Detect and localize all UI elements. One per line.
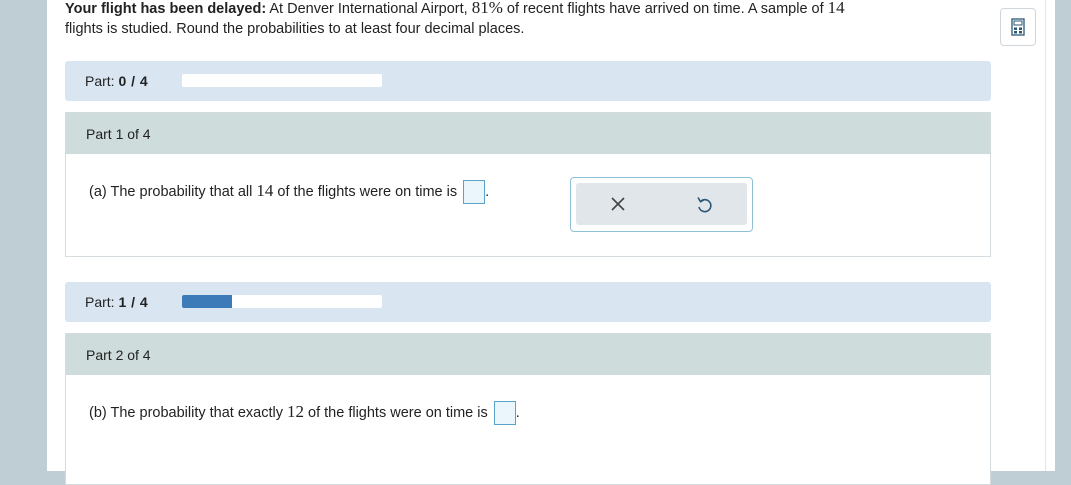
part-progress-fill [182, 295, 232, 308]
part-progress-label: Part: 0 / 4 [85, 73, 149, 89]
part-progress-bar-2: Part: 1 / 4 [65, 282, 991, 322]
section-header: Part 2 of 4 [66, 334, 990, 375]
problem-intro: Your flight has been delayed: At Denver … [65, 0, 965, 39]
answer-tools-panel [570, 177, 753, 232]
calculator-button[interactable] [1000, 8, 1036, 46]
intro-text-3: flights is studied. Round the probabilit… [65, 21, 525, 37]
part-progress-value: 0 / 4 [118, 73, 149, 89]
answer-tools-inner [576, 183, 747, 225]
intro-percent: 81% [471, 0, 503, 17]
answer-input-b[interactable] [493, 401, 516, 425]
right-scroll-strip [1045, 0, 1055, 471]
section-header: Part 1 of 4 [66, 113, 990, 154]
intro-text-2: of recent flights have arrived on time. … [502, 1, 828, 17]
part-progress-track [182, 74, 382, 87]
question-a: (a) The probability that all 14 of the f… [89, 180, 489, 204]
part-progress-label: Part: 1 / 4 [85, 294, 149, 310]
problem-page: Your flight has been delayed: At Denver … [47, 0, 1054, 485]
answer-input-a[interactable] [463, 180, 486, 204]
intro-text-1: At Denver International Airport, [266, 1, 472, 17]
part-progress-value: 1 / 4 [118, 294, 149, 310]
part-section-1: Part 1 of 4 (a) The probability that all… [65, 112, 991, 257]
part-section-2: Part 2 of 4 (b) The probability that exa… [65, 333, 991, 485]
close-icon[interactable] [607, 193, 629, 215]
undo-icon[interactable] [693, 193, 715, 215]
section-title: Part 1 of 4 [86, 126, 151, 142]
intro-bold-lead: Your flight has been delayed: [65, 1, 267, 17]
calculator-icon [1001, 18, 1035, 49]
question-b: (b) The probability that exactly 12 of t… [89, 401, 520, 425]
intro-sample-n: 14 [827, 0, 845, 17]
part-progress-track [182, 295, 382, 308]
part-progress-bar-1: Part: 0 / 4 [65, 61, 991, 101]
section-title: Part 2 of 4 [86, 347, 151, 363]
